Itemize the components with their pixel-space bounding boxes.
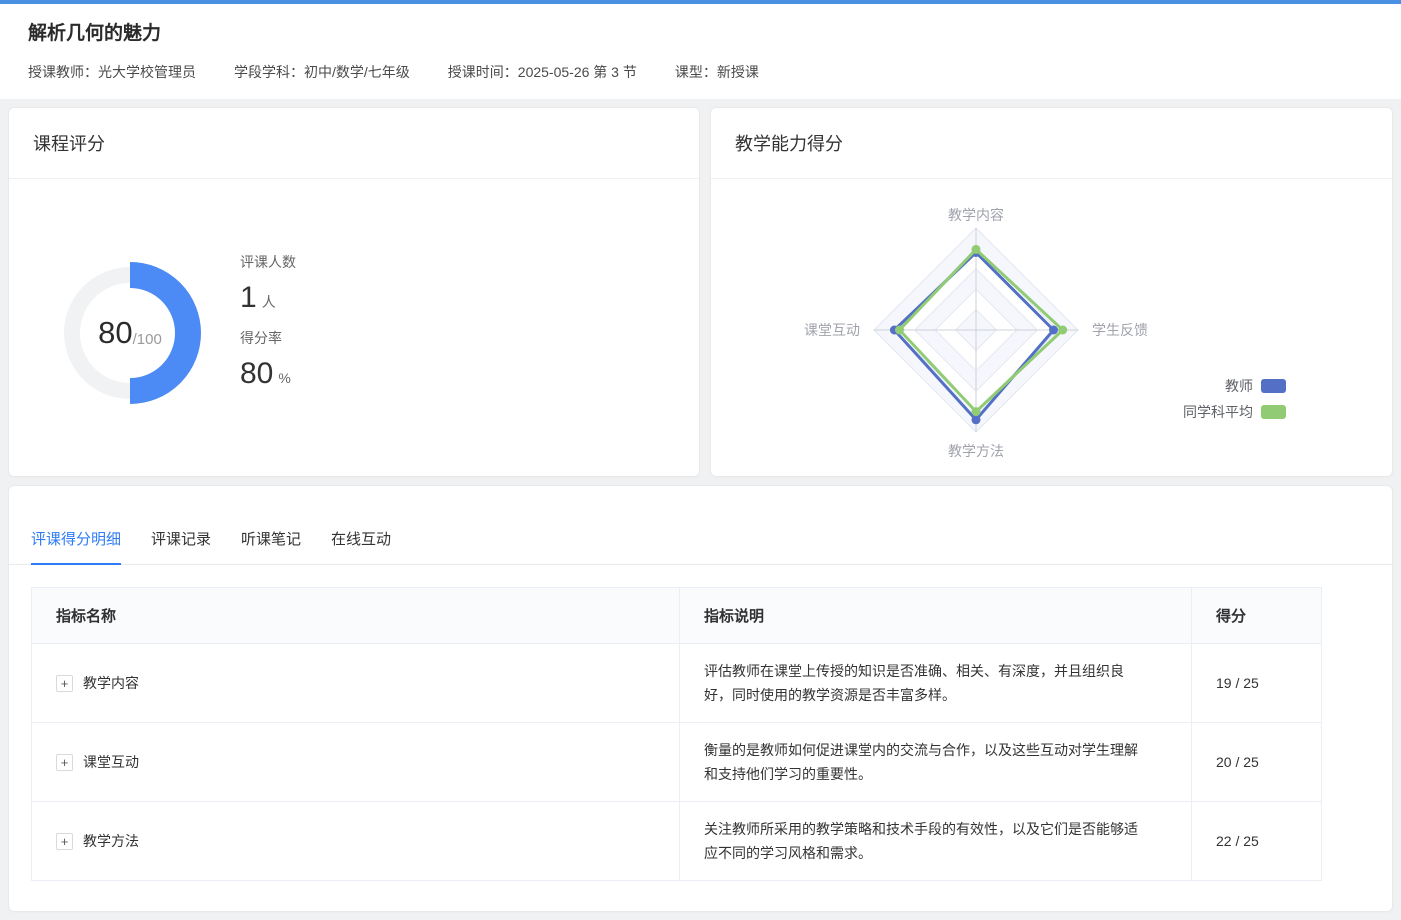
teaching-ability-card-title: 教学能力得分 [711,108,1392,179]
course-header: 解析几何的魅力 授课教师：光大学校管理员 学段学科：初中/数学/七年级 授课时间… [0,4,1401,99]
table-row: + 教学内容 评估教师在课堂上传授的知识是否准确、相关、有深度，并且组织良好，同时使… [32,644,1322,723]
stat-score-rate: 得分率 80% [240,328,296,391]
gauge-score: 80 [98,315,132,351]
gauge-score-max: /100 [133,331,162,348]
meta-course-type: 课型：新授课 [675,62,759,82]
indicator-description: 关注教师所采用的教学策略和技术手段的有效性，以及它们是否能够适应不同的学习风格和… [680,802,1192,881]
indicator-name: 教学内容 [83,673,139,693]
radar-legend: 教师同学科平均 [1183,375,1286,427]
indicator-name: 教学方法 [83,831,139,851]
expand-row-button[interactable]: + [56,754,73,771]
indicator-score-table: 指标名称 指标说明 得分 + 教学内容 评估教师在课堂上传授的知识是否准确、相关、有… [31,587,1322,881]
expand-row-button[interactable]: + [56,675,73,692]
indicator-score: 22 / 25 [1192,802,1322,881]
radar-axis-label: 学生反馈 [1092,322,1148,338]
meta-time: 授课时间：2025-05-26 第 3 节 [448,62,637,82]
radar-axis-label: 课堂互动 [804,322,860,338]
evaluation-detail-card: 评课得分明细 评课记录 听课笔记 在线互动 指标名称 指标说明 得分 + 教学内容… [8,485,1393,912]
table-row: + 课堂互动 衡量的是教师如何促进课堂内的交流与合作，以及这些互动对学生理解和支持他… [32,723,1322,802]
expand-row-button[interactable]: + [56,833,73,850]
column-header-score: 得分 [1192,588,1322,644]
gauge-stats: 评课人数 1人 得分率 80% [240,252,296,404]
course-meta-row: 授课教师：光大学校管理员 学段学科：初中/数学/七年级 授课时间：2025-05… [28,62,1373,82]
indicator-score: 19 / 25 [1192,644,1322,723]
column-header-indicator-name: 指标名称 [32,588,680,644]
page-title: 解析几何的魅力 [28,18,1373,45]
gauge-center-label: 80 /100 [50,253,210,413]
teaching-ability-card: 教学能力得分 教学内容学生反馈教学方法 课堂互动 教师同学科平均 [710,107,1393,477]
radar-axis-label: 教学内容 [948,207,1004,223]
meta-subject: 学段学科：初中/数学/七年级 [234,62,410,82]
legend-item-教师[interactable]: 教师 [1225,375,1286,397]
stat-evaluator-count: 评课人数 1人 [240,252,296,315]
column-header-indicator-desc: 指标说明 [680,588,1192,644]
course-score-card: 课程评分 80 /100 评课人数 1人 得分率 80% [8,107,700,477]
indicator-description: 评估教师在课堂上传授的知识是否准确、相关、有深度，并且组织良好，同时使用的教学资… [680,644,1192,723]
legend-label: 教师 [1225,376,1253,396]
tab-listening-notes[interactable]: 听课笔记 [241,528,301,564]
table-header-row: 指标名称 指标说明 得分 [32,588,1322,644]
indicator-description: 衡量的是教师如何促进课堂内的交流与合作，以及这些互动对学生理解和支持他们学习的重… [680,723,1192,802]
course-score-card-title: 课程评分 [9,108,699,179]
radar-chart: 教学内容学生反馈教学方法 课堂互动 [766,180,1186,480]
indicator-score: 20 / 25 [1192,723,1322,802]
indicator-name: 课堂互动 [83,752,139,772]
tab-online-interaction[interactable]: 在线互动 [331,528,391,564]
table-row: + 教学方法 关注教师所采用的教学策略和技术手段的有效性，以及它们是否能够适应不同的… [32,802,1322,881]
legend-label: 同学科平均 [1183,402,1253,422]
course-score-gauge: 80 /100 [50,253,210,413]
radar-axis-label: 教学方法 [948,443,1004,459]
tab-bar: 评课得分明细 评课记录 听课笔记 在线互动 [9,486,1392,565]
tab-score-detail[interactable]: 评课得分明细 [31,528,121,564]
tab-evaluation-records[interactable]: 评课记录 [151,528,211,564]
legend-swatch [1261,405,1286,419]
legend-item-同学科平均[interactable]: 同学科平均 [1183,401,1286,423]
meta-teacher: 授课教师：光大学校管理员 [28,62,196,82]
legend-swatch [1261,379,1286,393]
